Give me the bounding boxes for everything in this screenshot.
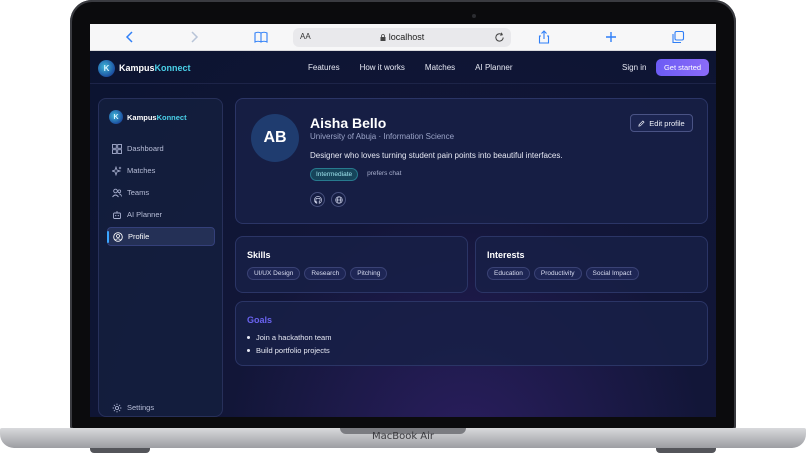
sidebar-item-label: Settings [127,403,155,412]
skill-chip: UI/UX Design [247,267,301,280]
edit-profile-button[interactable]: Edit profile [630,114,693,132]
goal-item: Build portfolio projects [247,346,331,355]
edit-profile-label: Edit profile [649,118,685,128]
level-badge: Intermediate [310,168,359,181]
interest-chip: Education [487,267,530,280]
sidebar-item-label: Profile [128,232,150,241]
interests-title: Interests [487,250,525,260]
sidebar-item-profile[interactable]: Profile [107,227,215,246]
url-field[interactable]: localhost [293,32,511,42]
goals-card: Goals Join a hackathon team Build portfo… [235,301,708,366]
app-root: K KampusKonnect Features How it works Ma… [90,51,716,417]
sidebar-item-label: Matches [127,166,156,175]
camera-dot [472,14,476,18]
profile-bio: Designer who loves turning student pain … [310,151,563,160]
nav-link-features[interactable]: Features [308,63,340,72]
url-text: localhost [388,32,425,42]
avatar: AB [251,114,299,162]
gear-icon [112,403,122,413]
globe-icon[interactable] [331,192,346,207]
interests-card: Interests Education Productivity Social … [475,236,708,293]
interest-chip: Productivity [533,267,582,280]
new-tab-icon[interactable] [604,30,618,44]
sidebar-item-label: AI Planner [127,210,163,219]
skills-list: UI/UX Design Research Pitching [247,267,388,280]
sidebar: K KampusKonnect Dashboard Matches Teams … [98,98,223,417]
sidebar-item-label: Dashboard [127,144,164,153]
nav-links: Features How it works Matches AI Planner [308,63,513,72]
nav-link-ai-planner[interactable]: AI Planner [475,63,512,72]
lock-icon [380,34,386,41]
profile-name: Aisha Bello [310,115,387,131]
laptop-foot-right [656,448,716,453]
brand-logo[interactable]: K KampusKonnect [98,59,191,77]
brand-name: KampusKonnect [119,63,191,73]
profile-card: AB Aisha Bello University of Abuja · Inf… [235,98,708,224]
sidebar-brand-name: KampusKonnect [127,112,187,122]
profile-tags: Intermediate prefers chat [310,168,405,181]
tabs-overview-icon[interactable] [671,30,685,44]
skill-chip: Pitching [350,267,388,280]
user-circle-icon [113,231,123,242]
skills-card: Skills UI/UX Design Research Pitching [235,236,468,293]
device-label: MacBook Air [371,431,435,442]
nav-link-matches[interactable]: Matches [425,63,455,72]
pencil-icon [638,119,645,127]
preference-badge: prefers chat [367,170,402,177]
back-icon[interactable] [123,30,137,44]
get-started-button[interactable]: Get started [656,59,709,76]
laptop-foot-left [90,448,150,453]
dashboard-icon [112,143,122,154]
top-navbar: K KampusKonnect Features How it works Ma… [90,51,716,84]
logo-icon: K [98,59,115,77]
nav-link-how-it-works[interactable]: How it works [360,63,405,72]
reload-icon[interactable] [494,32,505,43]
profile-links [310,192,346,207]
profile-subtitle: University of Abuja · Information Scienc… [310,132,455,141]
sidebar-item-teams[interactable]: Teams [107,183,215,202]
browser-toolbar: AA localhost [90,24,716,51]
sidebar-item-matches[interactable]: Matches [107,161,215,180]
sidebar-item-ai-planner[interactable]: AI Planner [107,205,215,224]
address-bar[interactable]: AA localhost [293,28,511,47]
screen: AA localhost K KampusKonnect Features Ho… [90,24,716,417]
share-icon[interactable] [537,30,551,44]
github-icon[interactable] [310,192,325,207]
forward-icon[interactable] [187,30,201,44]
sidebar-item-settings[interactable]: Settings [107,398,215,417]
users-icon [112,188,122,198]
goals-list: Join a hackathon team Build portfolio pr… [247,333,331,359]
goal-item: Join a hackathon team [247,333,331,342]
bookmarks-icon[interactable] [254,30,268,44]
skill-chip: Research [304,267,347,280]
interests-list: Education Productivity Social Impact [487,267,639,280]
sidebar-brand[interactable]: K KampusKonnect [109,110,187,124]
sidebar-item-dashboard[interactable]: Dashboard [107,139,215,158]
sidebar-logo-icon: K [109,110,123,124]
skills-title: Skills [247,250,271,260]
bot-icon [112,210,122,220]
sign-in-link[interactable]: Sign in [622,63,646,72]
interest-chip: Social Impact [585,267,639,280]
sparkles-icon [112,165,122,176]
sidebar-item-label: Teams [127,188,150,197]
goals-title: Goals [247,315,273,325]
